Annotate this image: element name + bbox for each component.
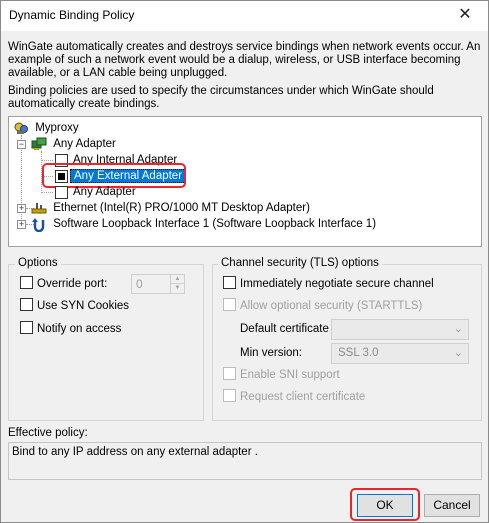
request-client-cert-option: Request client certificate [223,389,366,406]
effective-policy-box: Bind to any IP address on any external a… [8,442,482,480]
tree-node-loopback[interactable]: Software Loopback Interface 1 (Software … [31,216,377,233]
collapse-toggle-any-adapter[interactable]: − [17,140,26,149]
allow-optional-security-option: Allow optional security (STARTTLS) [223,298,423,315]
override-port-option[interactable]: Override port: [20,276,108,293]
cancel-button[interactable]: Cancel [424,494,480,517]
use-syn-cookies-label: Use SYN Cookies [37,300,130,312]
immediately-negotiate-checkbox[interactable] [223,276,236,290]
expand-toggle-loopback[interactable]: + [17,220,26,229]
network-adapters-icon [31,137,47,150]
tree-label-ethernet: Ethernet (Intel(R) PRO/1000 MT Desktop A… [53,202,310,215]
enable-sni-checkbox [223,367,236,381]
override-port-value: 0 [136,277,143,291]
tree-node-ethernet[interactable]: Ethernet (Intel(R) PRO/1000 MT Desktop A… [31,200,310,216]
tree-label-any-adapter-child[interactable]: Any Adapter [73,184,136,200]
allow-optional-security-label: Allow optional security (STARTTLS) [240,300,423,312]
notify-on-access-checkbox[interactable] [20,321,33,335]
tree-label-myproxy: Myproxy [35,122,79,135]
tree-label-loopback: Software Loopback Interface 1 (Software … [53,218,377,231]
override-port-stepper[interactable]: 0 ▲ ▼ [131,274,185,294]
binding-tree[interactable]: Myproxy − Any Adapter Any Internal Adapt… [8,116,482,247]
use-syn-cookies-option[interactable]: Use SYN Cookies [20,298,130,315]
immediately-negotiate-label: Immediately negotiate secure channel [240,278,434,290]
window-title: Dynamic Binding Policy [9,8,135,22]
min-version-label: Min version: [240,347,302,359]
default-certificate-select: ⌄ [331,319,469,340]
dialog-window: Dynamic Binding Policy ✕ WinGate automat… [0,0,489,523]
highlight-annotation [350,488,420,521]
tree-connector [41,192,53,193]
effective-policy-label: Effective policy: [8,427,88,439]
spin-down-icon[interactable]: ▼ [170,284,184,293]
notify-on-access-label: Notify on access [37,323,122,335]
enable-sni-label: Enable SNI support [240,369,340,381]
spin-up-icon[interactable]: ▲ [170,275,184,284]
default-certificate-label: Default certificate [240,323,329,335]
allow-optional-security-checkbox [223,298,236,312]
binding-policy-description: Binding policies are used to specify the… [8,85,434,110]
min-version-value: SSL 3.0 [338,347,379,359]
tree-label-any-adapter: Any Adapter [53,138,116,151]
tree-connector [41,160,53,161]
tree-node-myproxy[interactable]: Myproxy [13,120,79,136]
enable-sni-option: Enable SNI support [223,367,340,384]
effective-policy-text: Bind to any IP address on any external a… [12,446,258,458]
ethernet-icon [31,203,47,214]
close-icon[interactable]: ✕ [442,1,488,31]
chevron-down-icon: ⌄ [453,347,463,359]
chevron-down-icon: ⌄ [453,323,463,335]
use-syn-cookies-checkbox[interactable] [20,298,33,312]
min-version-select: SSL 3.0 ⌄ [331,343,469,364]
intro-paragraph: WinGate automatically creates and destro… [8,41,481,79]
computer-icon [14,122,28,134]
expand-toggle-ethernet[interactable]: + [17,204,26,213]
title-bar: Dynamic Binding Policy ✕ [1,1,488,31]
override-port-label: Override port: [37,278,108,290]
checkbox-any-adapter[interactable] [55,186,68,199]
override-port-checkbox[interactable] [20,276,33,290]
tree-node-any-adapter[interactable]: Any Adapter [31,136,116,152]
tls-group-title: Channel security (TLS) options [218,257,382,269]
notify-on-access-option[interactable]: Notify on access [20,321,122,338]
request-client-cert-checkbox [223,389,236,403]
options-group-title: Options [15,257,61,269]
immediately-negotiate-option[interactable]: Immediately negotiate secure channel [223,276,434,293]
loopback-icon [32,218,45,233]
request-client-cert-label: Request client certificate [240,391,366,403]
